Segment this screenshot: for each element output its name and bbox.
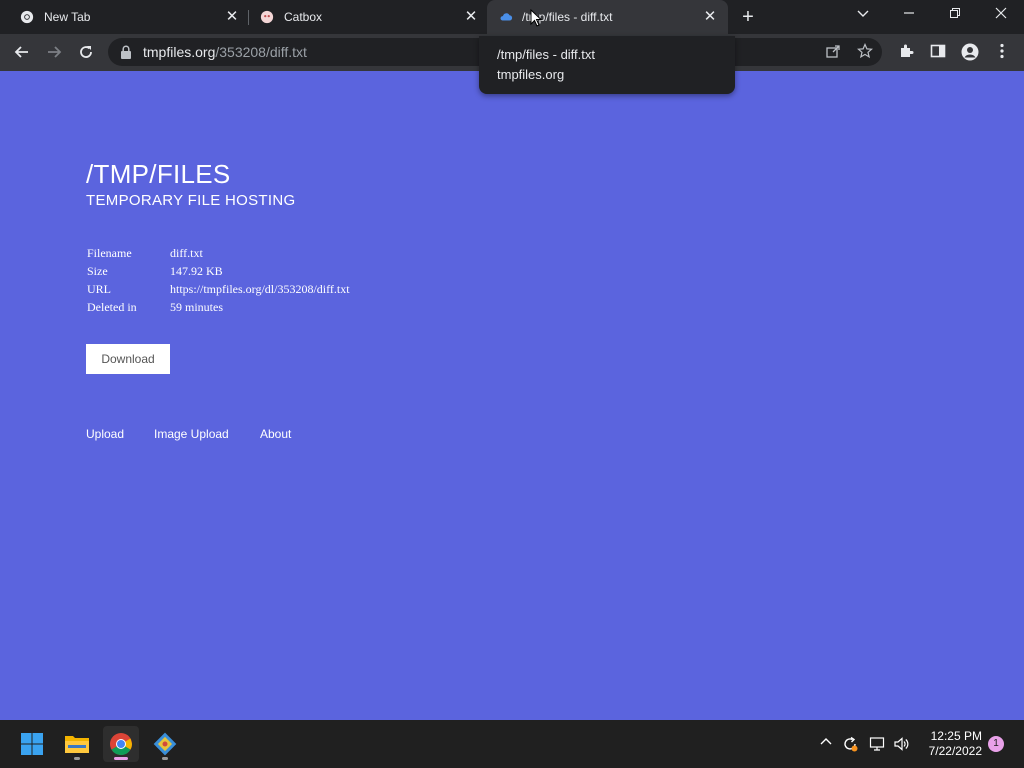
close-tab-icon[interactable]: ✕ (702, 9, 718, 25)
info-row-url: URL https://tmpfiles.org/dl/353208/diff.… (87, 282, 350, 300)
sync-icon[interactable] (842, 736, 858, 752)
hover-card-title: /tmp/files - diff.txt (497, 47, 596, 62)
bookmark-star-icon[interactable] (856, 42, 874, 61)
volume-icon[interactable] (893, 736, 909, 752)
url-path: /353208/diff.txt (215, 44, 307, 60)
chevron-up-icon[interactable] (818, 736, 834, 752)
image-upload-link[interactable]: Image Upload (154, 427, 229, 441)
mouse-cursor-icon (530, 9, 542, 27)
forward-icon[interactable] (43, 41, 65, 63)
back-icon[interactable] (11, 41, 33, 63)
clock-time: 12:25 PM (930, 729, 982, 743)
chrome-icon (20, 10, 34, 24)
reload-icon[interactable] (75, 41, 97, 63)
close-tab-icon[interactable]: ✕ (463, 9, 479, 25)
info-row-size: Size 147.92 KB (87, 264, 350, 282)
menu-icon[interactable] (993, 43, 1011, 61)
notification-badge[interactable]: 1 (988, 736, 1004, 752)
tab-hover-card: /tmp/files - diff.txt tmpfiles.org (479, 36, 735, 94)
network-icon[interactable] (869, 736, 885, 752)
about-link[interactable]: About (260, 427, 291, 441)
info-key: Size (87, 264, 108, 278)
clock-date: 7/22/2022 (928, 744, 982, 758)
info-value: diff.txt (170, 246, 203, 260)
tab-tmpfiles[interactable]: /tmp/files - diff.txt ✕ (487, 0, 728, 34)
info-value: 59 minutes (170, 300, 223, 314)
system-clock[interactable]: 12:25 PM 7/22/2022 (920, 729, 982, 759)
close-tab-icon[interactable]: ✕ (224, 9, 240, 25)
info-value: 147.92 KB (170, 264, 223, 278)
tab-catbox[interactable]: Catbox ✕ (240, 0, 488, 34)
info-key: Deleted in (87, 300, 137, 314)
git-icon (153, 732, 177, 756)
url-text[interactable]: tmpfiles.org/353208/diff.txt (143, 44, 307, 60)
git-button[interactable] (147, 726, 183, 762)
window-close-icon[interactable] (991, 4, 1011, 24)
cloud-icon (500, 13, 513, 21)
running-indicator (74, 757, 80, 760)
info-key: URL (87, 282, 111, 296)
file-explorer-icon (65, 736, 89, 753)
restore-icon[interactable] (945, 4, 965, 24)
info-row-filename: Filename diff.txt (87, 246, 350, 264)
lock-icon[interactable] (120, 45, 132, 59)
page-title: /TMP/FILES (86, 159, 231, 189)
chrome-taskbar-button[interactable] (103, 726, 139, 762)
start-button[interactable] (14, 726, 50, 762)
minimize-icon[interactable] (899, 4, 919, 24)
side-panel-icon[interactable] (929, 43, 947, 61)
tab-strip: New Tab ✕ Catbox ✕ /tmp/files - diff.txt… (0, 0, 1024, 34)
file-explorer-button[interactable] (59, 726, 95, 762)
start-icon (21, 733, 43, 755)
taskbar: 12:25 PM 7/22/2022 (0, 720, 1024, 768)
active-indicator (114, 757, 128, 760)
info-key: Filename (87, 246, 132, 260)
chrome-icon (110, 733, 132, 755)
share-icon[interactable] (824, 43, 842, 61)
tab-new-tab[interactable]: New Tab ✕ (0, 0, 248, 34)
catbox-icon (260, 10, 274, 24)
download-button[interactable]: Download (86, 344, 170, 374)
info-value: https://tmpfiles.org/dl/353208/diff.txt (170, 282, 350, 296)
running-indicator (162, 757, 168, 760)
upload-link[interactable]: Upload (86, 427, 124, 441)
tab-search-icon[interactable] (853, 4, 873, 24)
profile-icon[interactable] (961, 43, 979, 61)
extensions-icon[interactable] (897, 43, 915, 61)
file-info-table: Filename diff.txt Size 147.92 KB URL htt… (87, 246, 350, 318)
hover-card-domain: tmpfiles.org (497, 67, 565, 82)
tab-title: New Tab (44, 10, 91, 24)
new-tab-button[interactable]: + (738, 7, 758, 27)
page-subtitle: TEMPORARY FILE HOSTING (86, 192, 296, 209)
info-row-deleted-in: Deleted in 59 minutes (87, 300, 350, 318)
tab-title: Catbox (284, 10, 323, 24)
url-host: tmpfiles.org (143, 44, 216, 60)
